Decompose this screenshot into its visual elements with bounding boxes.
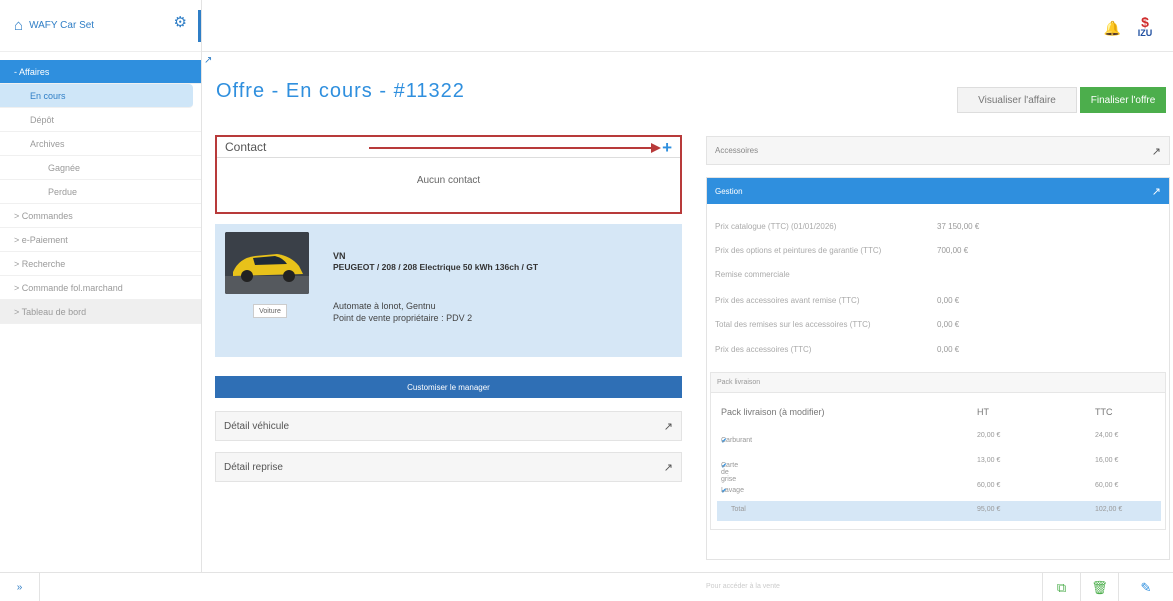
- row-ht: 60,00 €: [977, 482, 1001, 489]
- vehicle-card: Voiture VN PEUGEOT / 208 / 208 Electriqu…: [215, 224, 682, 357]
- bottom-hint: Pour accéder à la vente: [706, 583, 780, 590]
- row-ttc: 24,00 €: [1095, 432, 1119, 439]
- accessories-panel[interactable]: Accessoires ↗: [706, 136, 1170, 165]
- finish-offer-button[interactable]: Finaliser l'offre: [1080, 87, 1166, 113]
- gestion-row-value: 37 150,00 €: [937, 222, 980, 231]
- row-ht: 20,00 €: [977, 432, 1001, 439]
- expand-icon[interactable]: ↗: [1152, 145, 1161, 158]
- customize-button[interactable]: Customiser le manager: [215, 376, 682, 398]
- brand-logo: $ IZU: [1131, 14, 1159, 42]
- sidebar-item-tableau-de-bord[interactable]: > Tableau de bord: [0, 300, 201, 324]
- contact-card: Contact + Aucun contact: [215, 135, 682, 214]
- vehicle-detail-panel[interactable]: Détail véhicule ↗: [215, 411, 682, 441]
- expand-icon[interactable]: ↗: [1152, 185, 1161, 198]
- gestion-row-label: Prix catalogue (TTC) (01/01/2026): [715, 222, 837, 231]
- annotation-arrowhead: [651, 143, 661, 153]
- logo-mark-icon: $: [1141, 14, 1149, 30]
- total-ht: 95,00 €: [977, 506, 1001, 513]
- active-indicator: [198, 10, 201, 42]
- gestion-row-value: 0,00 €: [937, 320, 960, 329]
- logo-text-icon: IZU: [1137, 28, 1153, 38]
- trade-in-detail-panel[interactable]: Détail reprise ↗: [215, 452, 682, 482]
- row-ttc: 60,00 €: [1095, 482, 1119, 489]
- gestion-row-label: Prix des options et peintures de garanti…: [715, 246, 882, 255]
- vehicle-detail-label: Détail véhicule: [224, 420, 290, 432]
- table-row[interactable]: ✔ Lavage 60,00 € 60,00 €: [717, 477, 1161, 497]
- sidebar-item-perdue[interactable]: Perdue: [0, 180, 201, 204]
- page-title: Offre - En cours - #11322: [216, 80, 465, 102]
- sidebar-item-recherche[interactable]: > Recherche: [0, 252, 201, 276]
- vehicle-transmission: Automate à lonot, Gentnu: [333, 301, 436, 311]
- gestion-row-value: 0,00 €: [937, 296, 960, 305]
- expand-sidebar-icon[interactable]: »: [0, 573, 40, 601]
- expand-icon[interactable]: ↗: [664, 420, 673, 433]
- vehicle-point-of-sale: Point de vente propriétaire : PDV 2: [333, 313, 473, 323]
- delivery-pack-table: Pack livraison Pack livraison (à modifie…: [710, 372, 1166, 530]
- copy-icon[interactable]: ⧉: [1042, 573, 1080, 601]
- pack-title: Pack livraison: [711, 373, 1165, 393]
- row-ht: 13,00 €: [977, 457, 1001, 464]
- gestion-row-value: 700,00 €: [937, 246, 969, 255]
- expand-icon[interactable]: ↗: [664, 461, 673, 474]
- trash-icon[interactable]: 🗑: [1080, 573, 1118, 601]
- gestion-row-value: 0,00 €: [937, 345, 960, 354]
- vehicle-badge[interactable]: Voiture: [253, 304, 287, 318]
- view-affaire-button[interactable]: Visualiser l'affaire: [957, 87, 1077, 113]
- sidebar: ⌂ WAFY Car Set ⚙ - Affaires En cours Dép…: [0, 0, 202, 601]
- trade-in-detail-label: Détail reprise: [224, 461, 283, 473]
- gestion-row-label: Prix des accessoires avant remise (TTC): [715, 296, 860, 305]
- total-ttc: 102,00 €: [1095, 506, 1123, 513]
- contact-empty-text: Aucun contact: [416, 175, 481, 186]
- annotation-arrow: [369, 147, 654, 149]
- contact-header: Contact +: [217, 137, 680, 158]
- pack-header-ht: HT: [977, 407, 989, 417]
- home-icon[interactable]: ⌂: [14, 17, 23, 34]
- sidebar-item-archives[interactable]: Archives: [0, 132, 201, 156]
- pack-header-ttc: TTC: [1095, 407, 1113, 417]
- bell-icon[interactable]: 🔔: [1104, 20, 1121, 37]
- brand: ⌂ WAFY Car Set ⚙: [0, 0, 201, 52]
- gestion-row-label: Total des remises sur les accessoires (T…: [715, 320, 871, 329]
- sidebar-item-commande-marchand[interactable]: > Commande fol.marchand: [0, 276, 201, 300]
- add-contact-icon[interactable]: +: [662, 138, 672, 158]
- collapse-arrow-icon[interactable]: ↗: [204, 55, 212, 66]
- edit-icon[interactable]: ✎: [1118, 573, 1173, 601]
- row-label: Carburant: [721, 437, 753, 444]
- vehicle-model: PEUGEOT / 208 / 208 Electrique 50 kWh 13…: [333, 262, 539, 272]
- car-image: [225, 232, 309, 294]
- table-row[interactable]: ✔ Carte de grise 13,00 € 16,00 €: [717, 452, 1161, 483]
- gestion-header[interactable]: Gestion ↗: [707, 178, 1169, 204]
- gestion-title: Gestion: [715, 186, 743, 196]
- sidebar-item-en-cours[interactable]: En cours: [0, 84, 193, 108]
- pack-header-label: Pack livraison (à modifier): [721, 407, 825, 417]
- top-bar: 🔔 $ IZU: [202, 0, 1173, 52]
- total-label: Total: [731, 506, 746, 513]
- sidebar-item-gagnee[interactable]: Gagnée: [0, 156, 201, 180]
- bottom-bar: » Pour accéder à la vente ⧉ 🗑 ✎: [0, 572, 1173, 601]
- vehicle-type: VN: [333, 251, 346, 261]
- sidebar-menu: - Affaires En cours Dépôt Archives Gagné…: [0, 60, 201, 324]
- row-label: Lavage: [721, 487, 744, 494]
- settings-icon[interactable]: ⚙: [174, 13, 187, 31]
- table-header-row: Pack livraison (à modifier) HT TTC: [717, 402, 1161, 422]
- app-title[interactable]: WAFY Car Set: [29, 20, 94, 31]
- row-ttc: 16,00 €: [1095, 457, 1119, 464]
- sidebar-item-commandes[interactable]: > Commandes: [0, 204, 201, 228]
- table-row[interactable]: ✔ Carburant 20,00 € 24,00 €: [717, 427, 1161, 447]
- contact-title: Contact: [225, 140, 267, 154]
- sidebar-item-affaires[interactable]: - Affaires: [0, 60, 201, 84]
- table-total-row: Total 95,00 € 102,00 €: [717, 501, 1161, 521]
- sidebar-item-depot[interactable]: Dépôt: [0, 108, 201, 132]
- gestion-row-label: Remise commerciale: [715, 270, 790, 279]
- accessories-label: Accessoires: [715, 146, 759, 155]
- gestion-row-label: Prix des accessoires (TTC): [715, 345, 812, 354]
- sidebar-item-e-paiement[interactable]: > e-Paiement: [0, 228, 201, 252]
